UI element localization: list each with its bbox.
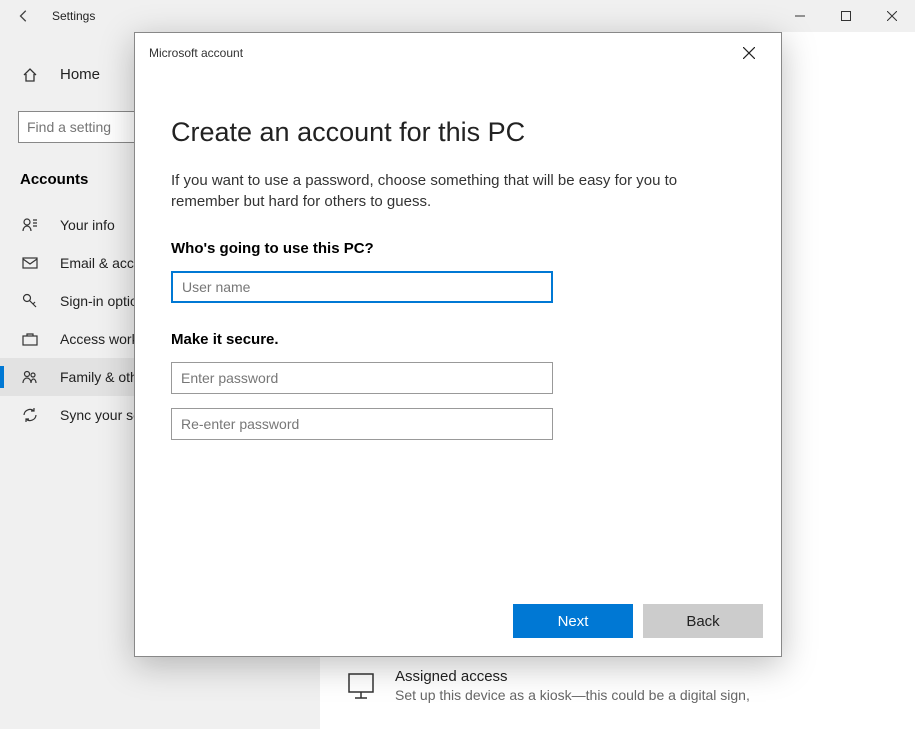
user-icon [20, 217, 40, 233]
maximize-icon [841, 11, 851, 21]
briefcase-icon [20, 331, 40, 347]
dialog-body: Create an account for this PC If you wan… [135, 73, 781, 440]
back-arrow-icon [17, 9, 31, 23]
close-icon [743, 47, 755, 59]
back-button[interactable]: Back [643, 604, 763, 638]
label-secure: Make it secure. [171, 331, 745, 348]
mail-icon [20, 255, 40, 271]
assigned-access-desc: Set up this device as a kiosk—this could… [395, 687, 750, 703]
assigned-access-section: Assigned access Set up this device as a … [345, 668, 750, 706]
titlebar: Settings [0, 0, 915, 32]
settings-window: Settings Home Accounts [0, 0, 915, 729]
close-window-button[interactable] [869, 0, 915, 32]
label-who: Who's going to use this PC? [171, 240, 745, 257]
assigned-access-title: Assigned access [395, 668, 750, 685]
create-account-dialog: Microsoft account Create an account for … [134, 32, 782, 657]
home-icon [20, 67, 40, 83]
sidebar-item-label: Your info [60, 217, 115, 233]
sync-icon [20, 407, 40, 423]
dialog-close-button[interactable] [729, 33, 769, 73]
back-button[interactable] [0, 0, 48, 32]
people-icon [20, 369, 40, 385]
window-controls [777, 0, 915, 32]
next-button[interactable]: Next [513, 604, 633, 638]
key-icon [20, 293, 40, 309]
close-icon [887, 11, 897, 21]
dialog-header-title: Microsoft account [149, 46, 243, 60]
password-confirm-input[interactable] [171, 408, 553, 440]
username-input[interactable] [171, 271, 553, 303]
minimize-button[interactable] [777, 0, 823, 32]
dialog-heading: Create an account for this PC [171, 117, 745, 148]
dialog-footer: Next Back [513, 604, 763, 638]
minimize-icon [795, 11, 805, 21]
window-title: Settings [52, 9, 95, 23]
dialog-header: Microsoft account [135, 33, 781, 73]
kiosk-icon [345, 670, 381, 706]
sidebar-home-label: Home [60, 66, 100, 83]
password-input[interactable] [171, 362, 553, 394]
dialog-intro: If you want to use a password, choose so… [171, 170, 741, 212]
maximize-button[interactable] [823, 0, 869, 32]
